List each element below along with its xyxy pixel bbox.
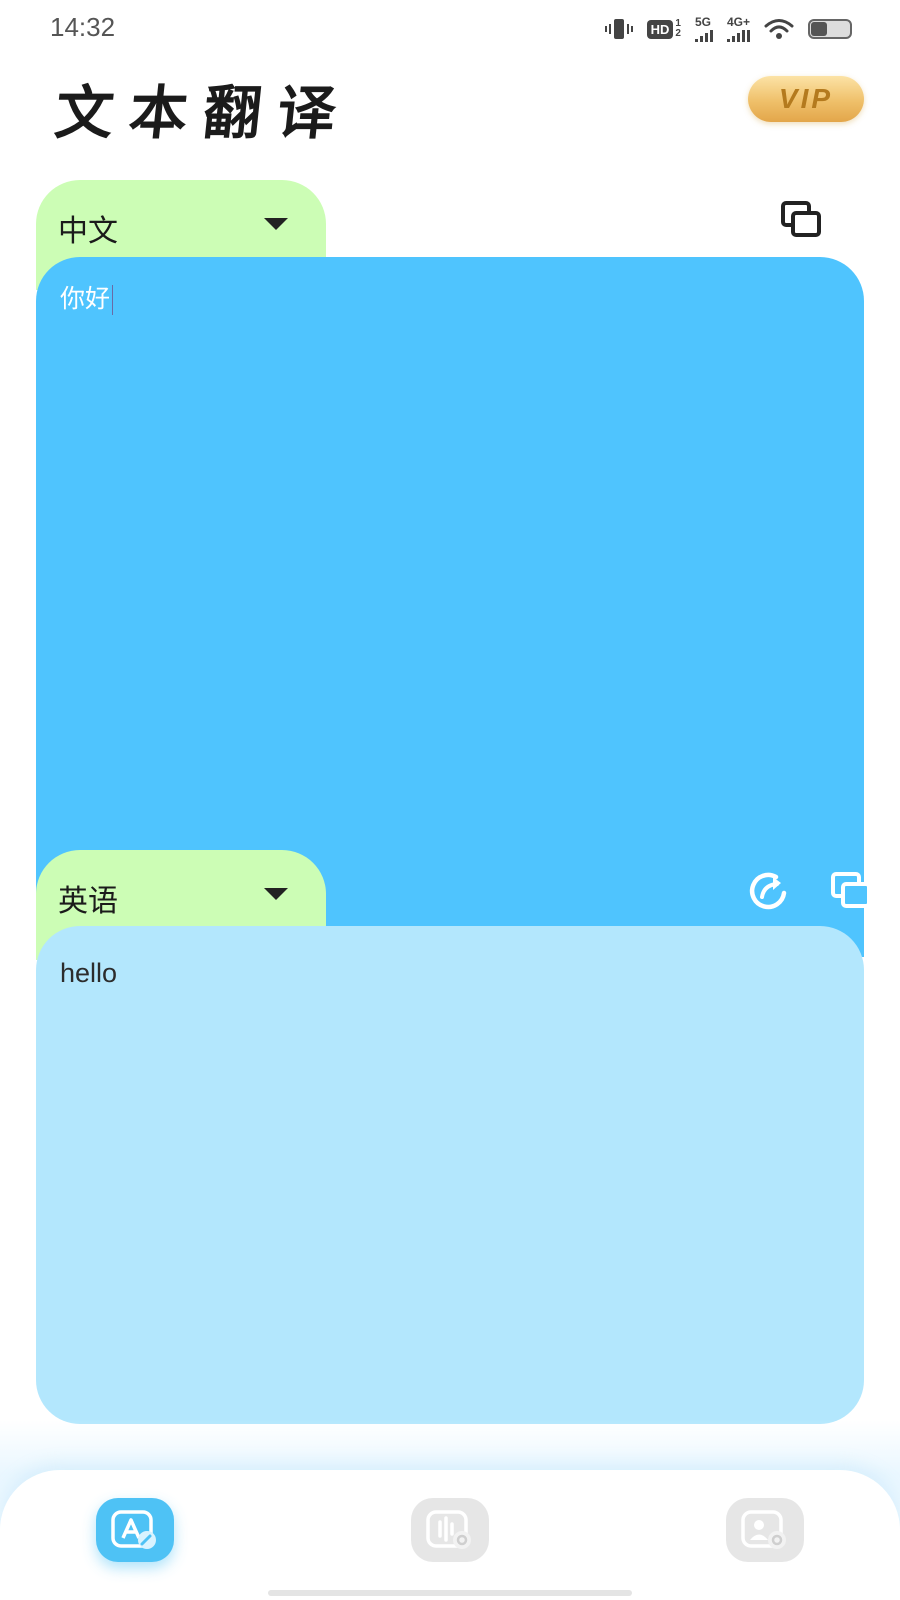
copy-icon	[781, 201, 821, 237]
battery-icon	[808, 19, 852, 39]
chevron-down-icon	[264, 218, 288, 230]
wifi-icon	[764, 17, 794, 41]
bottom-nav	[0, 1470, 900, 1600]
signal-4g-icon: 4G+	[726, 16, 750, 42]
status-time: 14:32	[50, 12, 116, 42]
vibrate-icon	[604, 17, 633, 41]
profile-icon	[741, 1510, 786, 1549]
chevron-down-icon	[264, 888, 288, 900]
copy-icon	[831, 872, 871, 908]
source-language-label: 中文	[58, 214, 118, 249]
voice-translate-icon	[426, 1510, 471, 1549]
nav-voice-translate[interactable]	[411, 1498, 489, 1562]
page-title: 文本翻译	[51, 79, 356, 147]
source-text-value: 你好	[60, 284, 111, 313]
vip-button[interactable]: VIP	[748, 76, 864, 122]
nav-profile[interactable]	[726, 1498, 804, 1562]
target-language-label: 英语	[58, 884, 118, 919]
status-bar: 14:32 HD 1 2 5G 4G+	[0, 0, 900, 56]
translation-result-text: hello	[60, 958, 118, 988]
hd-icon: HD 1 2	[646, 19, 681, 39]
source-text-input[interactable]: 你好	[60, 279, 114, 315]
home-indicator	[268, 1590, 632, 1596]
share-button[interactable]	[746, 869, 790, 913]
signal-5g-icon: 5G	[694, 16, 713, 42]
copy-target-button[interactable]	[830, 871, 874, 911]
translation-result-panel: hello	[36, 926, 864, 1424]
text-translate-icon	[111, 1510, 156, 1549]
copy-source-button[interactable]	[780, 200, 824, 240]
nav-text-translate[interactable]	[96, 1498, 174, 1562]
share-icon	[749, 872, 787, 910]
text-cursor	[112, 285, 114, 315]
status-icons: HD 1 2 5G 4G+	[604, 14, 852, 44]
